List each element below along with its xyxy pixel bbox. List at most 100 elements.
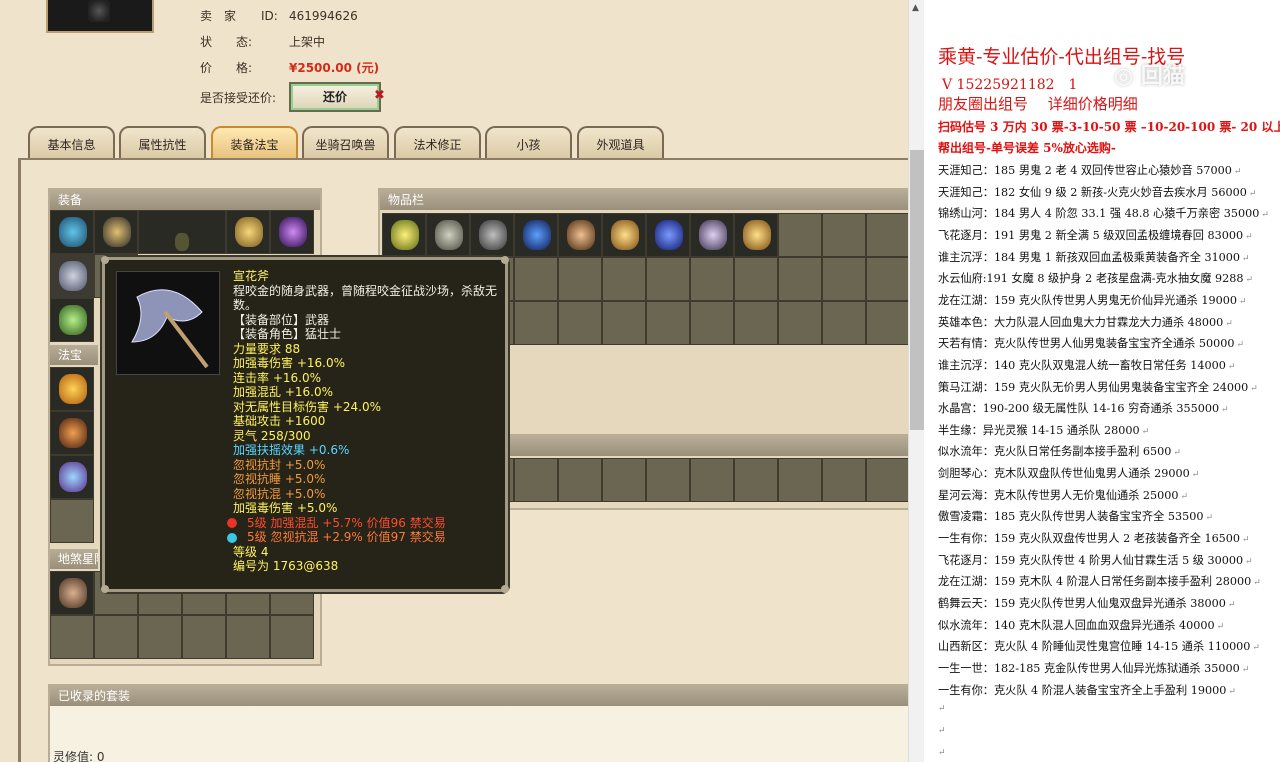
cyan-gem-icon [227, 532, 237, 543]
seller-id-value: 461994626 [289, 9, 358, 23]
seller-label: 卖 家 [200, 9, 237, 23]
item-slot[interactable] [822, 213, 866, 257]
item-slot[interactable] [558, 301, 602, 345]
item-slot[interactable] [646, 257, 690, 301]
fabao-slot-2[interactable] [50, 411, 94, 455]
item-slot[interactable] [866, 301, 908, 345]
tab-appearance[interactable]: 外观道具 [577, 126, 664, 160]
doc-line-text: 天涯知己：185 男鬼 2 老 4 双回传世容止心猿妙音 57000 [938, 164, 1232, 177]
return-mark: ↵ [1141, 426, 1150, 437]
doc-line-text: 似水流年：140 克木队混人回血血双盘异光通杀 40000 [938, 618, 1215, 632]
pet-item-slot[interactable] [734, 458, 778, 502]
doc-line: 谁主沉浮：140 克火队双鬼混人统一畜牧日常任务 14000 ↵ [938, 355, 1235, 376]
item-slot[interactable] [690, 213, 734, 257]
doc-line-text: 剑胆琴心：克木队双盘队传世仙鬼男人通杀 29000 [938, 467, 1190, 481]
dishaxing-slot-1[interactable] [50, 571, 94, 615]
fabao-slot-1[interactable] [50, 367, 94, 411]
shoulder-icon [235, 217, 263, 247]
scroll-up-icon[interactable]: ▲ [912, 3, 919, 13]
dishaxing-slot[interactable] [50, 615, 94, 659]
counter-offer-button[interactable]: 还价 [289, 82, 381, 112]
doc-subtitle: 朋友圈出组号 详细价格明细 [938, 95, 1138, 113]
item-slot[interactable] [514, 257, 558, 301]
pet-item-slot[interactable] [646, 458, 690, 502]
return-mark: ↵ [1205, 513, 1213, 524]
pet-item-slot[interactable] [778, 458, 822, 502]
pet-item-slot[interactable] [822, 458, 866, 502]
item-slot[interactable] [646, 301, 690, 345]
item-slot[interactable] [778, 213, 822, 257]
tab-attributes[interactable]: 属性抗性 [119, 126, 206, 160]
equip-slot-weapon[interactable] [50, 254, 94, 298]
item-slot[interactable] [822, 257, 866, 301]
equip-slot-necklace[interactable] [270, 210, 314, 254]
tab-mounts-pets[interactable]: 坐骑召唤兽 [302, 126, 389, 160]
item-attr: 对无属性目标伤害 +24.0% [233, 399, 381, 414]
price-value: ¥2500.00 (元) [289, 61, 380, 75]
doc-line-text: 鹤舞云天：159 克火队传世男人仙鬼双盘异光通杀 38000 [938, 597, 1226, 610]
doc-line-text: 天若有情：克火队传世男人仙男鬼装备宝宝齐全通杀 50000 [938, 337, 1235, 351]
close-icon[interactable]: ✖ [374, 88, 385, 103]
item-slot[interactable] [734, 301, 778, 345]
item-slot[interactable] [558, 257, 602, 301]
tab-basic-info[interactable]: 基本信息 [28, 126, 115, 160]
item-attr-poison: 加强毒伤害 +5.0% [233, 501, 338, 515]
return-mark: ↵ [938, 748, 946, 758]
pet-item-slot[interactable] [690, 458, 734, 502]
dishaxing-slot[interactable] [182, 615, 226, 659]
doc-line-text: 英雄本色：大力队混人回血鬼大力甘霖龙大力通杀 48000 [938, 315, 1224, 329]
gem-text-1: 5级 加强混乱 +5.7% 价值96 禁交易 [247, 515, 446, 530]
item-slot[interactable] [778, 301, 822, 345]
item-slot[interactable] [866, 213, 908, 257]
axe-image [116, 271, 220, 375]
equip-slot-armor-figure[interactable] [94, 210, 138, 254]
return-mark: ↵ [1173, 448, 1181, 459]
item-slot[interactable] [426, 213, 470, 257]
item-slot[interactable] [734, 257, 778, 301]
item-slot[interactable] [602, 301, 646, 345]
item-slot[interactable] [866, 257, 908, 301]
return-mark: ↵ [1216, 621, 1225, 632]
armor-icon [103, 217, 131, 247]
tab-spell-correction[interactable]: 法术修正 [394, 126, 481, 160]
item-slot[interactable] [690, 301, 734, 345]
character-model-slot [138, 210, 226, 254]
crystal-icon [743, 220, 771, 250]
item-slot[interactable] [514, 213, 558, 257]
item-slot[interactable] [778, 257, 822, 301]
pet-item-slot[interactable] [866, 458, 908, 502]
equip-slot-belt[interactable] [50, 298, 94, 342]
item-slot[interactable] [690, 257, 734, 301]
dishaxing-slot[interactable] [270, 615, 314, 659]
axe-icon [131, 289, 209, 369]
equip-slot-helmet[interactable] [50, 210, 94, 254]
item-slot[interactable] [382, 213, 426, 257]
pet-item-slot[interactable] [602, 458, 646, 502]
pet-item-slot[interactable] [558, 458, 602, 502]
dishaxing-slot[interactable] [226, 615, 270, 659]
return-mark: ↵ [1242, 535, 1250, 546]
fabao-slot-3[interactable] [50, 455, 94, 499]
dishaxing-slot[interactable] [94, 615, 138, 659]
return-mark: ↵ [1261, 210, 1269, 221]
equip-slot-shoulder[interactable] [226, 210, 270, 254]
item-slot[interactable] [646, 213, 690, 257]
scroll-thumb[interactable] [910, 150, 924, 430]
doc-line: 天涯知己：182 女仙 9 级 2 新孩-火克火妙音去疾水月 56000 ↵ [938, 182, 1256, 203]
watermark-logo: ◎ 回猫 [1114, 63, 1185, 89]
item-slot[interactable] [602, 257, 646, 301]
dishaxing-slot[interactable] [138, 615, 182, 659]
tab-equipment[interactable]: 装备法宝 [211, 126, 298, 160]
item-desc-line1: 程咬金的随身武器，曾随程咬金征战沙场，杀敌无 [233, 283, 498, 298]
pet-item-slot[interactable] [514, 458, 558, 502]
item-slot[interactable] [470, 213, 514, 257]
item-slot[interactable] [734, 213, 778, 257]
page-scrollbar[interactable]: ▲ [908, 0, 924, 762]
item-slot[interactable] [822, 301, 866, 345]
item-slot[interactable] [514, 301, 558, 345]
tab-children[interactable]: 小孩 [485, 126, 572, 160]
collected-sets-panel: 已收录的套装 [48, 684, 908, 762]
item-slot[interactable] [602, 213, 646, 257]
fabao-slot-4[interactable] [50, 499, 94, 543]
item-slot[interactable] [558, 213, 602, 257]
